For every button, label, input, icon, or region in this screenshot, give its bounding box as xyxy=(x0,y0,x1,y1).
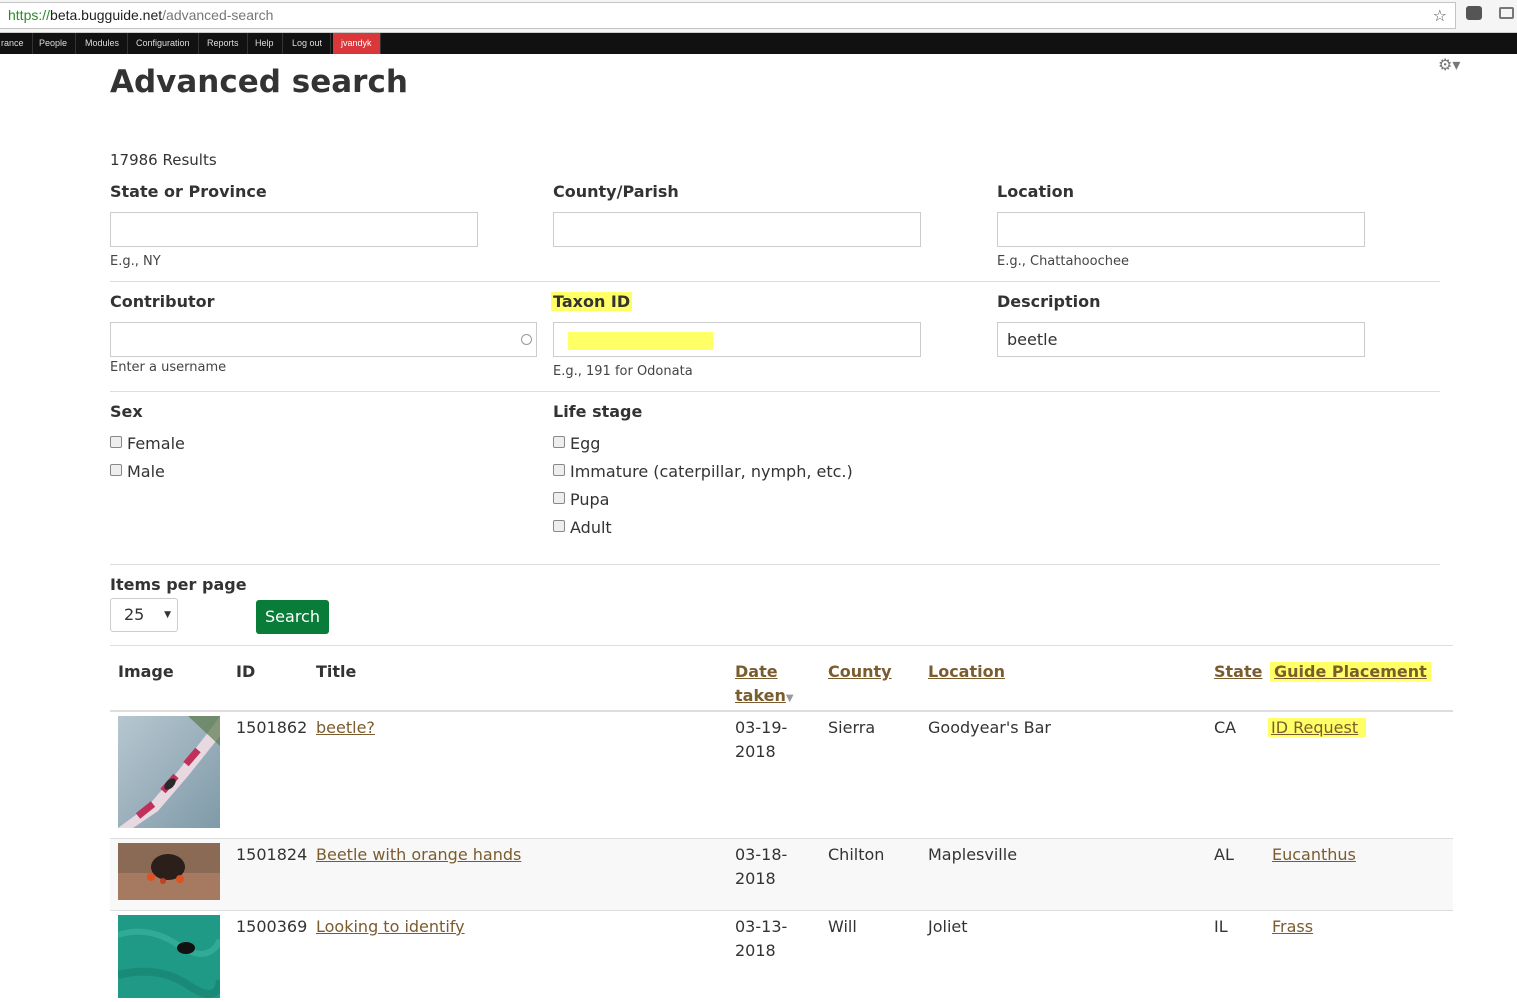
life-stage-adult-checkbox[interactable]: Adult xyxy=(553,518,612,537)
gear-icon[interactable]: ⚙▾ xyxy=(1438,55,1460,74)
description-input[interactable]: beetle xyxy=(997,322,1365,357)
divider xyxy=(110,391,1440,392)
column-header-location[interactable]: Location xyxy=(928,660,1005,684)
row-location: Joliet xyxy=(928,917,968,936)
row-title-link[interactable]: beetle? xyxy=(316,716,375,740)
column-header-state[interactable]: State xyxy=(1214,660,1262,684)
row-id: 1501862 xyxy=(236,718,308,737)
items-per-page-label: Items per page xyxy=(110,575,247,594)
row-title-link[interactable]: Looking to identify xyxy=(316,915,465,939)
row-thumbnail-image[interactable] xyxy=(118,843,220,900)
highlight-mark xyxy=(568,332,713,350)
county-input[interactable] xyxy=(553,212,921,247)
toolbar-item-configuration[interactable]: Configuration xyxy=(128,33,199,54)
row-date: 03-18- 2018 xyxy=(735,845,788,888)
column-header-guide-placement[interactable]: Guide Placement xyxy=(1270,660,1431,684)
taxon-hint: E.g., 191 for Odonata xyxy=(553,364,693,379)
contributor-hint: Enter a username xyxy=(110,360,227,375)
row-id: 1501824 xyxy=(236,845,308,864)
table-header-divider xyxy=(110,710,1453,712)
column-header-id: ID xyxy=(236,662,256,681)
row-id: 1500369 xyxy=(236,917,308,936)
column-header-image: Image xyxy=(118,662,174,681)
row-guide-placement-link[interactable]: Frass xyxy=(1272,915,1313,939)
row-location: Maplesville xyxy=(928,845,1018,864)
sort-descending-icon: ▼ xyxy=(785,693,794,704)
row-divider xyxy=(110,910,1453,911)
contributor-label: Contributor xyxy=(110,292,215,311)
admin-toolbar: rance People Modules Configuration Repor… xyxy=(0,33,1517,54)
pocket-icon[interactable] xyxy=(1466,6,1482,20)
dropdown-arrow-icon: ▼ xyxy=(164,610,171,620)
location-input[interactable] xyxy=(997,212,1365,247)
state-hint: E.g., NY xyxy=(110,254,161,269)
taxon-label: Taxon ID xyxy=(551,292,633,311)
life-stage-immature-checkbox[interactable]: Immature (caterpillar, nymph, etc.) xyxy=(553,462,853,481)
sex-male-checkbox[interactable]: Male xyxy=(110,462,165,481)
row-county: Sierra xyxy=(828,718,876,737)
column-header-county[interactable]: County xyxy=(828,660,892,684)
life-stage-label: Life stage xyxy=(553,402,643,421)
row-date: 03-19- 2018 xyxy=(735,718,788,761)
sex-label: Sex xyxy=(110,402,143,421)
location-label: Location xyxy=(997,182,1074,201)
toolbar-item-reports[interactable]: Reports xyxy=(199,33,248,54)
toolbar-item-help[interactable]: Help xyxy=(247,33,283,54)
state-label: State or Province xyxy=(110,182,267,201)
taxon-input[interactable] xyxy=(553,322,921,357)
browser-url-bar: https://beta.bugguide.net/advanced-searc… xyxy=(0,0,1517,33)
divider xyxy=(110,645,1453,646)
address-field[interactable]: https://beta.bugguide.net/advanced-searc… xyxy=(0,2,1456,29)
row-state: AL xyxy=(1214,845,1234,864)
toolbar-item-people[interactable]: People xyxy=(31,33,77,54)
screenshot-camera-icon[interactable] xyxy=(1499,7,1514,19)
description-label: Description xyxy=(997,292,1101,311)
row-guide-placement-link[interactable]: Eucanthus xyxy=(1272,843,1356,867)
row-thumbnail-image[interactable] xyxy=(118,716,220,828)
toolbar-item-logout[interactable]: Log out xyxy=(284,33,332,54)
divider xyxy=(110,564,1440,565)
url-text: https://beta.bugguide.net/advanced-searc… xyxy=(8,7,274,23)
search-button[interactable]: Search xyxy=(256,600,329,634)
page-title: Advanced search xyxy=(110,64,408,100)
row-guide-placement-link[interactable]: ID Request xyxy=(1268,716,1367,740)
sex-female-checkbox[interactable]: Female xyxy=(110,434,185,453)
life-stage-pupa-checkbox[interactable]: Pupa xyxy=(553,490,609,509)
toolbar-item-user[interactable]: jvandyk xyxy=(333,33,381,54)
divider xyxy=(110,281,1440,282)
location-hint: E.g., Chattahoochee xyxy=(997,254,1129,269)
results-count: 17986 Results xyxy=(110,151,217,169)
column-header-title: Title xyxy=(316,662,357,681)
row-state: IL xyxy=(1214,917,1228,936)
row-thumbnail-image[interactable] xyxy=(117,915,224,998)
row-county: Will xyxy=(828,917,857,936)
row-title-link[interactable]: Beetle with orange hands xyxy=(316,843,521,867)
toolbar-item-appearance[interactable]: rance xyxy=(0,33,33,54)
life-stage-egg-checkbox[interactable]: Egg xyxy=(553,434,600,453)
state-input[interactable] xyxy=(110,212,478,247)
row-date: 03-13- 2018 xyxy=(735,917,788,960)
row-location: Goodyear's Bar xyxy=(928,718,1052,737)
row-county: Chilton xyxy=(828,845,885,864)
autocomplete-throbber-icon xyxy=(521,334,532,345)
toolbar-item-modules[interactable]: Modules xyxy=(77,33,129,54)
bookmark-star-icon[interactable]: ☆ xyxy=(1433,6,1447,25)
row-state: CA xyxy=(1214,718,1237,737)
items-per-page-select[interactable]: 25 ▼ xyxy=(110,598,178,632)
contributor-input[interactable] xyxy=(110,322,537,357)
county-label: County/Parish xyxy=(553,182,679,201)
column-header-date-taken[interactable]: Date taken▼ xyxy=(735,660,794,711)
